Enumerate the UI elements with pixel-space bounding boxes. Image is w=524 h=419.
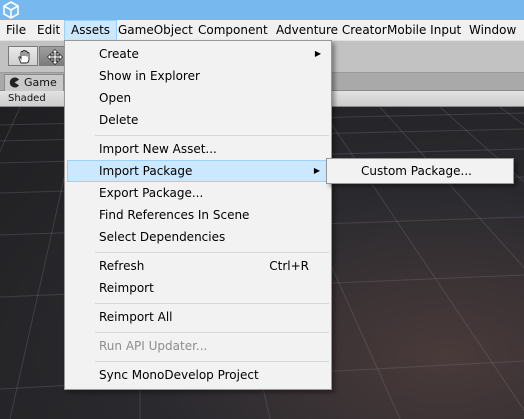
- menu-separator: [95, 332, 329, 333]
- menu-separator: [95, 252, 329, 253]
- menu-item-sync-monodevelop[interactable]: Sync MonoDevelop Project: [67, 364, 329, 386]
- submenu-arrow-icon: ▶: [314, 49, 321, 58]
- menu-separator: [95, 361, 329, 362]
- menu-assets[interactable]: Assets: [64, 20, 118, 41]
- shortcut-label: Ctrl+R: [269, 259, 309, 273]
- menu-window[interactable]: Window: [463, 20, 522, 41]
- menu-item-open[interactable]: Open: [67, 87, 329, 109]
- menu-item-import-package[interactable]: Import Package ▶: [67, 160, 329, 182]
- menu-item-export-package[interactable]: Export Package...: [67, 182, 329, 204]
- menu-bar: File Edit Assets GameObject Component Ad…: [0, 20, 524, 41]
- menu-item-import-package-label: Import Package: [99, 164, 193, 178]
- tab-game[interactable]: Game: [4, 74, 64, 91]
- menu-gameobject[interactable]: GameObject: [112, 20, 199, 41]
- assets-dropdown-menu: Create ▶ Show in Explorer Open Delete Im…: [64, 40, 332, 390]
- move-arrows-icon: [47, 49, 63, 65]
- menu-item-reimport[interactable]: Reimport: [67, 277, 329, 299]
- menu-item-refresh[interactable]: Refresh Ctrl+R: [67, 255, 329, 277]
- shading-mode-dropdown[interactable]: Shaded: [8, 91, 46, 106]
- window-titlebar: [0, 0, 524, 20]
- menu-file[interactable]: File: [0, 20, 32, 41]
- menu-edit[interactable]: Edit: [31, 20, 66, 41]
- menu-item-find-references[interactable]: Find References In Scene: [67, 204, 329, 226]
- menu-separator: [95, 303, 329, 304]
- unity-logo-icon: [3, 1, 19, 19]
- menu-item-create-label: Create: [99, 47, 139, 61]
- menu-item-import-new-asset[interactable]: Import New Asset...: [67, 138, 329, 160]
- menu-item-custom-package[interactable]: Custom Package...: [329, 160, 511, 182]
- hand-tool-button[interactable]: [8, 46, 38, 66]
- menu-item-create[interactable]: Create ▶: [67, 43, 329, 65]
- menu-separator: [95, 135, 329, 136]
- menu-item-run-api-updater: Run API Updater...: [99, 339, 208, 353]
- tab-game-label: Game: [24, 76, 57, 89]
- submenu-arrow-icon: ▶: [313, 166, 320, 175]
- pacman-game-icon: [9, 77, 19, 88]
- hand-icon: [18, 50, 30, 64]
- menu-adventure-creator[interactable]: Adventure Creator: [270, 20, 393, 41]
- menu-item-reimport-all[interactable]: Reimport All: [67, 306, 329, 328]
- menu-item-delete[interactable]: Delete: [67, 109, 329, 131]
- menu-component[interactable]: Component: [192, 20, 274, 41]
- import-package-submenu: Custom Package...: [326, 158, 514, 184]
- menu-item-show-in-explorer[interactable]: Show in Explorer: [67, 65, 329, 87]
- menu-mobile-input[interactable]: Mobile Input: [381, 20, 467, 41]
- menu-item-refresh-label: Refresh: [99, 259, 145, 273]
- menu-item-select-dependencies[interactable]: Select Dependencies: [67, 226, 329, 248]
